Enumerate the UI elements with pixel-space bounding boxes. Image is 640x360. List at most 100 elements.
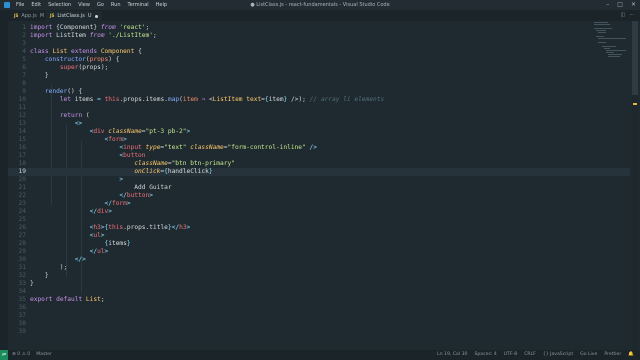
maximize-icon[interactable]: □ [617,1,623,8]
status-bar: ⇌ ⊗ 0 ⚠ 0 Master Ln 19, Col 30 Spaces: 4… [0,350,640,360]
code-line: 37 [18,312,26,319]
code-text: render() { [44,88,83,95]
code-line: 32 } [18,272,49,279]
code-line: 6 super(props); [22,64,109,71]
code-text: } [30,280,34,287]
code-text: constructor(props) { [44,56,120,63]
code-text: import ListItem from './ListItem'; [30,32,157,39]
editor-actions: ◫ ··· [620,12,634,18]
code-text: </div> [89,208,112,215]
code-line: 29 </ul> [18,248,109,255]
code-line: 9 render() { [22,88,83,95]
code-text: </> [74,256,86,263]
tab-listclass-js[interactable]: JS ListClass.js U [46,11,102,21]
prettier-status[interactable]: Prettier [604,352,621,357]
code-text: {items} [104,240,131,247]
code-line: 25 [18,216,26,223]
code-text: let items = this.props.items.map(item ⇒ … [59,96,385,103]
indentation[interactable]: Spaces: 4 [474,352,496,357]
tab-label: ListClass.js [57,13,85,19]
code-line: 3 [22,40,26,47]
vertical-scrollbar[interactable] [632,21,638,350]
code-text: } [30,72,49,79]
code-text: className="btn btn-primary" [134,160,235,167]
code-line: 22 </button> [18,192,153,199]
problems-indicator[interactable]: ⊗ 0 ⚠ 0 [12,352,30,357]
minimize-icon[interactable]: – [606,1,609,8]
language-mode[interactable]: {} JavaScript [543,352,573,357]
code-text: Add Guitar [30,184,172,191]
code-line: 34 [18,288,26,295]
encoding[interactable]: UTF-8 [504,352,517,357]
code-line: 30 </> [18,256,86,263]
code-line: 36 [18,304,26,311]
tab-bar: JS App.js M JS ListClass.js U ◫ ··· [8,10,640,21]
code-text: super(props); [59,64,109,71]
code-line: 15 <form> [18,136,127,143]
code-line: 39 [18,328,26,335]
javascript-file-icon: JS [14,13,19,18]
code-text: <form> [104,136,127,143]
code-line: 4 class List extends Component { [22,48,142,55]
code-text: > [119,176,124,183]
more-actions-icon[interactable]: ··· [629,12,634,18]
code-line: 21 Add Guitar [18,184,172,191]
code-line: 35 export default List; [18,296,105,303]
code-text: export default List; [30,296,105,303]
code-text: <h3>{this.props.title}</h3> [89,224,191,231]
code-text: class List extends Component { [30,48,142,55]
code-line: 14 <div className="pt-3 pb-2"> [18,128,191,135]
code-editor[interactable]: 1 import {Component} from 'react'; 2 impor… [8,21,630,350]
code-line: 7 } [22,72,49,79]
window-controls: – □ ✕ [606,1,636,8]
code-line: 12 return ( [18,112,90,119]
code-text: import {Component} from 'react'; [30,24,150,31]
go-live-button[interactable]: Go Live [580,352,597,357]
code-line: 27 <ul> [18,232,105,239]
code-text: <ul> [89,232,105,239]
code-line: 18 className="btn btn-primary" [18,160,235,167]
code-text: return ( [59,112,90,119]
window-title: ● ListClass.js - react-fundamentals - Vi… [250,2,390,8]
code-line: 20 > [18,176,124,183]
code-line: 13 <> [18,120,83,127]
code-line: 24 </div> [18,208,112,215]
activity-bar [0,10,8,350]
tab-badge: M [39,13,45,19]
code-text: ); [30,264,68,271]
code-text: <> [74,120,83,127]
code-line: 10 let items = this.props.items.map(item… [18,96,385,103]
line-ending[interactable]: CRLF [524,352,536,357]
code-line: 8 [22,80,26,87]
current-code-line: 19 onClick={handleClick} [8,168,630,176]
notifications-bell-icon[interactable]: 🔔 [628,352,634,357]
unsaved-dot-icon[interactable] [94,14,98,18]
scrollbar-thumb[interactable] [632,21,638,95]
minimap[interactable] [594,21,628,61]
code-line: 23 </form> [18,200,131,207]
split-editor-icon[interactable]: ◫ [620,12,625,18]
git-branch[interactable]: Master [36,352,52,357]
code-text: </form> [104,200,131,207]
code-text: </button> [119,192,153,199]
code-line: 28 {items} [18,240,131,247]
code-text: } [30,272,49,279]
scrollbar-marker [633,103,637,105]
code-text: <div className="pt-3 pb-2"> [89,128,191,135]
cursor-position[interactable]: Ln 19, Col 30 [437,352,467,357]
status-left: ⊗ 0 ⚠ 0 Master [12,352,52,357]
code-line: 1 import {Component} from 'react'; [22,24,150,31]
code-line: 26 <h3>{this.props.title}</h3> [18,224,191,231]
title-bar: File Edit Selection View Go Run Terminal… [0,0,640,10]
close-icon[interactable]: ✕ [631,1,636,8]
code-line: 17 <button [18,152,146,159]
code-line: 33} [18,280,34,287]
code-line: 11 [18,104,26,111]
remote-indicator-icon[interactable]: ⇌ [0,350,8,360]
code-line: 2 import ListItem from './ListItem'; [22,32,157,39]
status-right: Ln 19, Col 30 Spaces: 4 UTF-8 CRLF {} Ja… [437,352,634,357]
code-text: <input type="text" className="form-contr… [119,144,317,151]
code-line: 38 [18,320,26,327]
tab-app-js[interactable]: JS App.js M [10,11,48,21]
code-text: </ul> [89,248,109,255]
